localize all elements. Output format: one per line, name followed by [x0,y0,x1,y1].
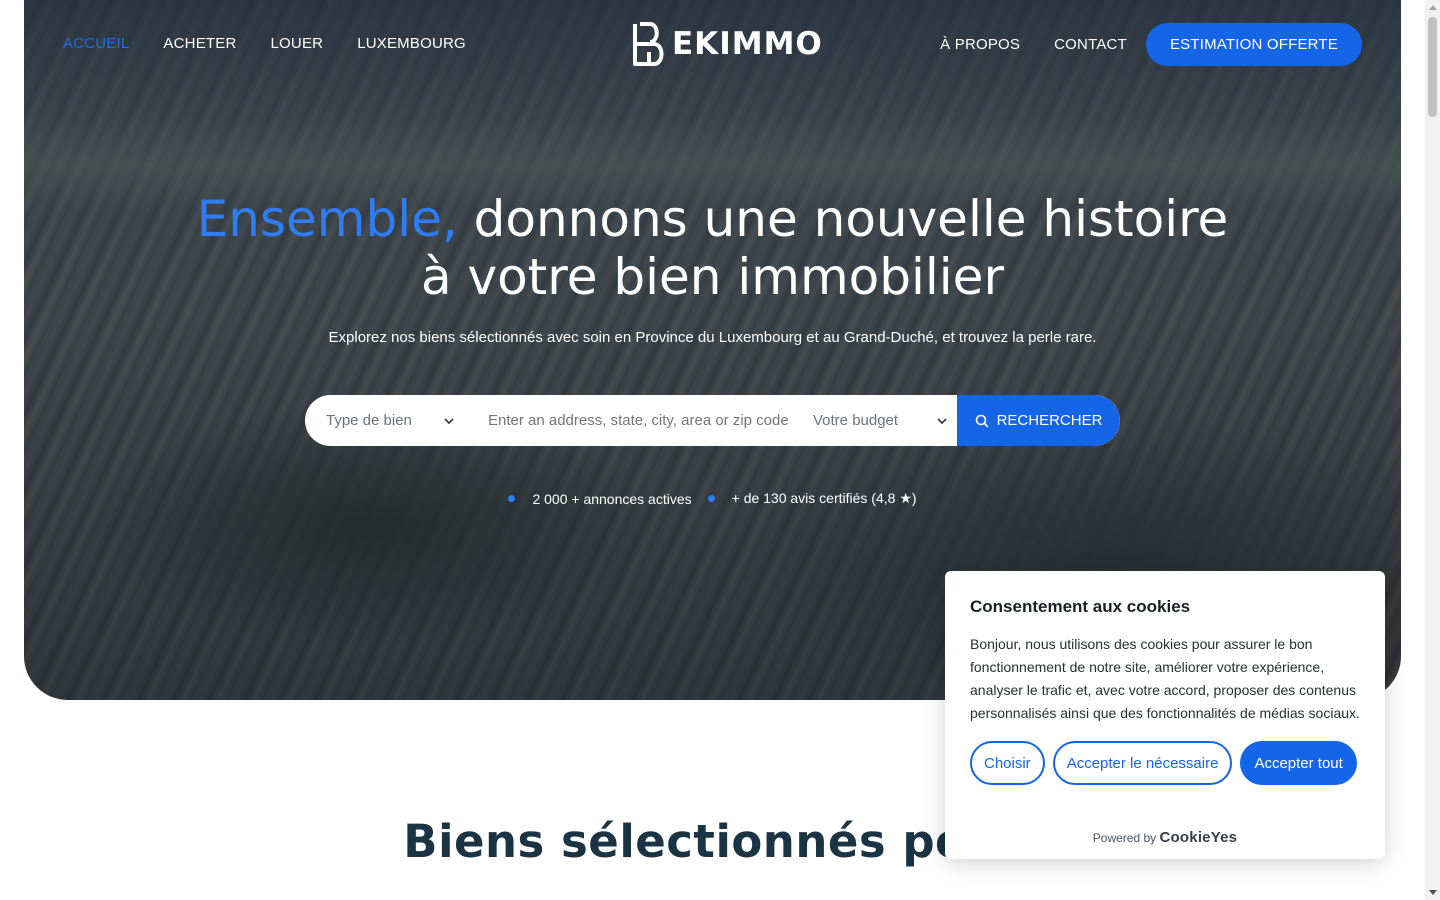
cookie-consent-banner: Consentement aux cookies Bonjour, nous u… [945,571,1385,859]
main-nav-left: ACCUEIL ACHETER LOUER LUXEMBOURG [63,34,466,54]
cookie-necessary-button[interactable]: Accepter le nécessaire [1052,741,1233,785]
stat-reviews: + de 130 avis certifiés (4,8 ★) [707,490,917,507]
chevron-down-icon [444,417,454,424]
address-input[interactable] [470,395,795,446]
main-nav-right: À PROPOS CONTACT ESTIMATION OFFERTE [940,23,1362,66]
stat-reviews-text: + de 130 avis certifiés (4,8 ★) [731,490,917,506]
cookie-choose-button[interactable]: Choisir [970,741,1045,785]
bullet-dot-icon [508,495,516,502]
search-bar: Type de bien Votre budget RECHERCHER [305,395,1120,446]
logo-text: EKIMMO [672,26,823,62]
nav-contact[interactable]: CONTACT [1054,35,1127,55]
cookie-powered-by: Powered by CookieYes [945,829,1385,846]
estimation-button[interactable]: ESTIMATION OFFERTE [1145,23,1362,66]
nav-louer[interactable]: LOUER [271,34,324,54]
headline-line2: à votre bien immobilier [420,248,1005,306]
powered-by-text: Powered by [1092,831,1157,845]
hero-stats: 2 000 + annonces actives + de 130 avis c… [0,490,1425,507]
chevron-down-icon [937,417,947,424]
hero-headline: Ensemble, donnons une nouvelle histoire … [0,190,1425,306]
logo-mark-icon [633,22,664,66]
cookie-title: Consentement aux cookies [970,597,1191,616]
budget-select[interactable]: Votre budget [795,412,957,429]
page-scrollbar[interactable] [1425,0,1440,900]
scroll-up-icon[interactable] [1429,5,1437,10]
scroll-thumb[interactable] [1428,17,1437,117]
budget-placeholder: Votre budget [813,412,899,429]
cookieyes-logo[interactable]: CookieYes [1160,829,1238,846]
nav-a-propos[interactable]: À PROPOS [940,35,1020,55]
property-type-select[interactable]: Type de bien [305,412,470,429]
search-icon [975,414,989,428]
bullet-dot-icon [707,495,715,502]
hero-subline: Explorez nos biens sélectionnés avec soi… [328,329,1097,346]
nav-accueil[interactable]: ACCUEIL [63,34,129,54]
property-type-placeholder: Type de bien [326,412,412,429]
stat-listings: 2 000 + annonces actives [508,490,692,507]
cookie-accept-all-button[interactable]: Accepter tout [1240,741,1357,785]
headline-rest: donnons une nouvelle histoire [457,190,1229,248]
search-button[interactable]: RECHERCHER [957,395,1120,446]
search-button-label: RECHERCHER [996,412,1103,429]
nav-acheter[interactable]: ACHETER [163,34,236,54]
scroll-down-icon[interactable] [1429,890,1437,895]
headline-accent: Ensemble, [196,190,458,248]
cookie-buttons: Choisir Accepter le nécessaire Accepter … [970,741,1360,785]
cookie-body: Bonjour, nous utilisons des cookies pour… [970,636,1360,721]
nav-luxembourg[interactable]: LUXEMBOURG [357,34,466,54]
stat-listings-text: 2 000 + annonces actives [532,490,692,507]
site-logo[interactable]: EKIMMO [632,22,823,66]
